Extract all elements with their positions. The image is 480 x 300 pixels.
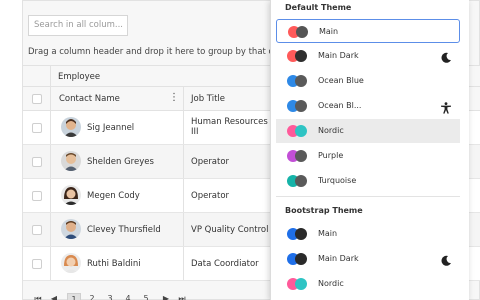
swatch-dot xyxy=(295,150,307,162)
theme-label: Main xyxy=(318,229,338,238)
theme-item[interactable]: Purple xyxy=(276,144,460,168)
theme-swatch-icon xyxy=(287,228,311,240)
avatar xyxy=(61,253,81,273)
theme-item[interactable]: Ocean Blue xyxy=(276,69,460,93)
swatch-dot xyxy=(295,75,307,87)
theme-swatch-icon xyxy=(287,125,311,137)
cell-contact-name: Shelden Greyes xyxy=(87,157,154,167)
column-separator xyxy=(50,111,51,144)
column-separator xyxy=(50,247,51,280)
row-checkbox[interactable] xyxy=(32,157,42,167)
page-button-5[interactable]: 5 xyxy=(139,293,153,300)
theme-label: Main xyxy=(319,27,339,36)
default-theme-heading: Default Theme xyxy=(285,3,352,12)
column-separator xyxy=(183,247,184,280)
column-separator xyxy=(183,87,184,110)
avatar xyxy=(61,219,81,239)
theme-item[interactable]: Main Dark xyxy=(276,247,460,271)
page-button-1[interactable]: 1 xyxy=(67,293,81,300)
theme-label: Ocean Blue xyxy=(318,76,364,85)
theme-swatch-icon xyxy=(287,100,311,112)
theme-swatch-icon xyxy=(287,175,311,187)
swatch-dot xyxy=(295,175,307,187)
last-page-icon[interactable]: ⏭ xyxy=(175,293,189,300)
swatch-dot xyxy=(295,253,307,265)
theme-swatch-icon xyxy=(287,75,311,87)
grid-search-input[interactable]: Search in all colum... xyxy=(28,15,128,36)
theme-label: Nordic xyxy=(318,279,344,288)
row-checkbox[interactable] xyxy=(32,225,42,235)
theme-swatch-icon xyxy=(287,150,311,162)
theme-label: Main Dark xyxy=(318,254,359,263)
cell-contact-name: Ruthi Baldini xyxy=(87,259,141,269)
group-panel: Drag a column header and drop it here to… xyxy=(28,47,274,57)
cell-job-title: Data Coordiator xyxy=(191,259,259,269)
swatch-dot xyxy=(295,100,307,112)
bootstrap-theme-heading: Bootstrap Theme xyxy=(285,206,363,215)
column-separator xyxy=(50,87,51,110)
column-menu-icon[interactable]: ⋮ xyxy=(169,91,179,105)
row-checkbox[interactable] xyxy=(32,191,42,201)
theme-swatch-icon xyxy=(287,253,311,265)
avatar xyxy=(61,151,81,171)
cell-job-title: Operator xyxy=(191,157,230,167)
menu-divider xyxy=(276,196,460,197)
column-separator xyxy=(183,213,184,246)
theme-label: Purple xyxy=(318,151,344,160)
theme-swatch-icon xyxy=(287,50,311,62)
cell-job-title: VP Quality Control xyxy=(191,225,269,235)
theme-item[interactable]: Main xyxy=(276,222,460,246)
theme-dropdown-menu: Default Theme Main Main Dark Ocean Blue Oce… xyxy=(270,0,469,300)
theme-label: Ocean Bl... xyxy=(318,101,362,110)
column-separator xyxy=(183,145,184,178)
theme-label: Turquoise xyxy=(318,176,357,185)
theme-item[interactable]: Nordic xyxy=(276,119,460,143)
theme-label: Nordic xyxy=(318,126,344,135)
page-button-2[interactable]: 2 xyxy=(85,293,99,300)
page-button-4[interactable]: 4 xyxy=(121,293,135,300)
column-separator xyxy=(50,66,51,86)
next-page-icon[interactable]: ▶ xyxy=(159,293,173,300)
first-page-icon[interactable]: ⏮ xyxy=(31,293,45,300)
theme-item[interactable]: Nordic xyxy=(276,272,460,296)
cell-contact-name: Megen Cody xyxy=(87,191,140,201)
avatar xyxy=(61,117,81,137)
prev-page-icon[interactable]: ◀ xyxy=(47,293,61,300)
moon-icon xyxy=(440,49,452,63)
swatch-dot xyxy=(295,50,307,62)
column-separator xyxy=(183,179,184,212)
select-all-checkbox[interactable] xyxy=(32,94,42,104)
theme-item[interactable]: Main Dark xyxy=(276,44,460,68)
column-separator xyxy=(50,179,51,212)
band-header-employee[interactable]: Employee xyxy=(58,72,100,82)
column-separator xyxy=(183,111,184,144)
column-header-job-title[interactable]: Job Title xyxy=(191,94,225,104)
theme-swatch-icon xyxy=(287,278,311,290)
swatch-dot xyxy=(295,228,307,240)
cell-job-title: Human Resources III xyxy=(191,117,268,137)
page-button-3[interactable]: 3 xyxy=(103,293,117,300)
moon-icon xyxy=(440,252,452,266)
cell-contact-name: Sig Jeannel xyxy=(87,123,135,133)
cell-contact-name: Clevey Thursfield xyxy=(87,225,161,235)
accessibility-icon xyxy=(440,99,452,114)
theme-label: Main Dark xyxy=(318,51,359,60)
row-checkbox[interactable] xyxy=(32,259,42,269)
column-header-contact-name[interactable]: Contact Name xyxy=(59,94,120,104)
avatar xyxy=(61,185,81,205)
swatch-dot xyxy=(296,26,308,38)
swatch-dot xyxy=(295,278,307,290)
theme-item[interactable]: Main xyxy=(276,19,460,43)
swatch-dot xyxy=(295,125,307,137)
theme-item[interactable]: Ocean Bl... xyxy=(276,94,460,118)
theme-item[interactable]: Turquoise xyxy=(276,169,460,193)
theme-swatch-icon xyxy=(288,26,312,38)
column-separator xyxy=(50,145,51,178)
cell-job-title: Operator xyxy=(191,191,230,201)
column-separator xyxy=(50,213,51,246)
row-checkbox[interactable] xyxy=(32,123,42,133)
